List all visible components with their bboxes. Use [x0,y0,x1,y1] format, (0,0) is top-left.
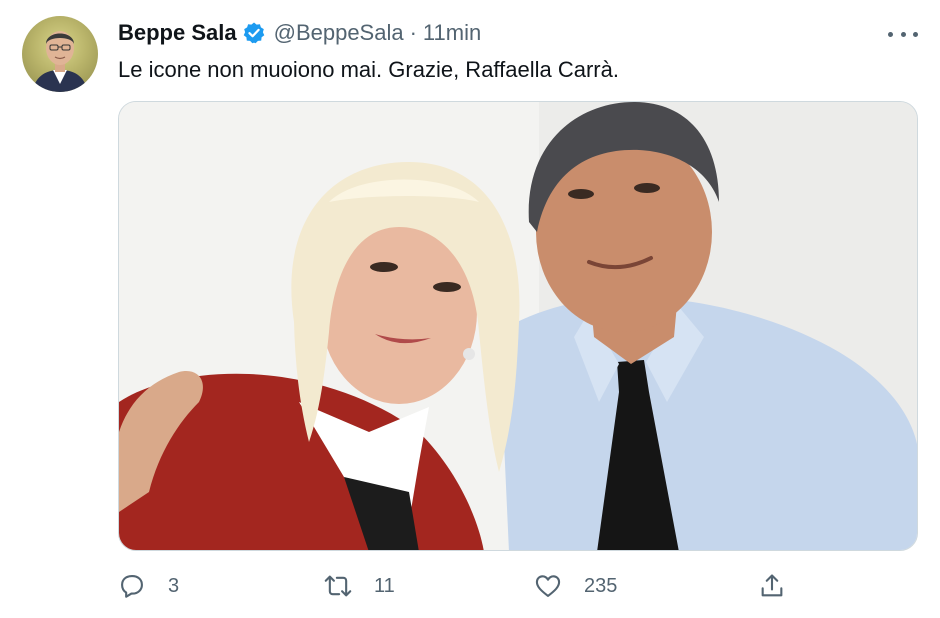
reply-icon [121,575,143,598]
author-name[interactable]: Beppe Sala [118,18,237,48]
retweet-button[interactable]: 11 [324,566,395,606]
dot-icon [913,31,918,37]
tweet-text: Le icone non muoiono mai. Grazie, Raffae… [118,57,619,82]
reply-button[interactable]: 3 [118,566,179,606]
tweet-header: Beppe Sala @BeppeSala · 11min [118,18,481,48]
dot-icon [888,31,893,37]
like-button[interactable]: 235 [534,566,617,606]
author-handle[interactable]: @BeppeSala [274,18,404,48]
verified-badge-icon [243,22,264,44]
like-count: 235 [584,574,618,597]
share-icon [761,574,783,597]
tweet-photo[interactable] [118,101,918,551]
reply-count: 3 [168,574,180,597]
header-separator: · [409,20,417,45]
heart-icon [535,575,561,597]
share-button[interactable] [758,566,786,606]
tweet-action-bar: 3 11 235 [118,566,798,606]
avatar[interactable] [22,16,98,92]
dot-icon [900,31,906,37]
tweet-timestamp[interactable]: 11min [423,18,481,48]
more-options-button[interactable] [888,24,918,44]
retweet-count: 11 [374,574,395,597]
retweet-icon [324,575,352,597]
